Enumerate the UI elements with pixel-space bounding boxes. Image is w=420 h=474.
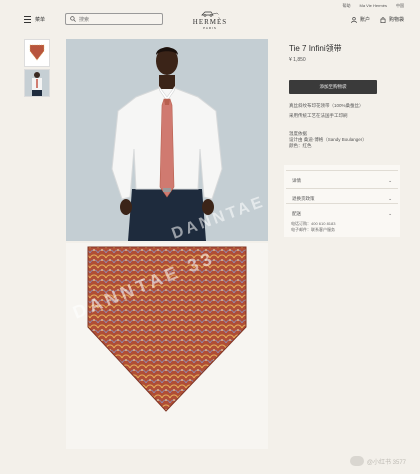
utility-link-account-club[interactable]: Ma Vie Hermès bbox=[360, 3, 388, 9]
chevron-down-icon: ⌄ bbox=[388, 177, 392, 183]
chevron-down-icon: ⌄ bbox=[388, 195, 392, 201]
product-photo-model[interactable]: DANNTAE 33 bbox=[66, 39, 268, 241]
chevron-down-icon: ⌄ bbox=[388, 210, 392, 216]
accordion-delivery-label: 配送 bbox=[292, 210, 301, 216]
add-to-bag-button[interactable]: 添加至购物袋 bbox=[289, 80, 377, 94]
thumbnail-model[interactable] bbox=[24, 69, 50, 97]
logo-brand: HERMÈS bbox=[192, 18, 228, 26]
account-button[interactable]: 账户 bbox=[351, 16, 370, 23]
accordion-details[interactable]: 详情 ⌄ bbox=[286, 170, 398, 190]
search-icon bbox=[70, 16, 76, 22]
product-photo-flat[interactable]: DANNTAE 33 bbox=[66, 243, 268, 449]
tie-thumbnail-image bbox=[29, 44, 45, 61]
footer-watermark-text: @小红书 3577 bbox=[366, 459, 406, 466]
product-title: Tie 7 Infini领带 bbox=[289, 44, 342, 53]
flat-tie-image: DANNTAE 33 bbox=[66, 243, 268, 449]
accordion-returns-label: 退换货政策 bbox=[292, 195, 315, 201]
product-price: ¥ 1,850 bbox=[289, 57, 306, 63]
model-thumbnail-image bbox=[25, 70, 49, 96]
chat-bubble-icon bbox=[349, 456, 364, 466]
product-variation: 温度依据 设计由 桑迪·博格（Sandy Boulanger） 颜色：红色 bbox=[289, 131, 397, 149]
contact-notes: 电话订购：400 610 8183 电子邮件：联系客户服务 bbox=[291, 221, 335, 233]
utility-link-region[interactable]: 中国 bbox=[396, 3, 404, 9]
utility-link-help[interactable]: 帮助 bbox=[343, 3, 351, 9]
accordion-delivery[interactable]: 配送 ⌄ bbox=[286, 203, 398, 223]
utility-nav: 帮助 Ma Vie Hermès 中国 bbox=[343, 3, 405, 9]
contact-email[interactable]: 电子邮件：联系客户服务 bbox=[291, 227, 335, 233]
logo-city: PARIS bbox=[203, 26, 217, 30]
bag-button[interactable]: 购物袋 bbox=[380, 16, 404, 23]
hamburger-icon bbox=[24, 16, 31, 23]
account-nav: 账户 购物袋 bbox=[351, 16, 404, 23]
menu-button[interactable]: 菜单 bbox=[24, 16, 45, 23]
thumbnail-tie-flat[interactable] bbox=[24, 39, 50, 67]
menu-label: 菜单 bbox=[35, 17, 46, 23]
model-photo-image: DANNTAE 33 bbox=[66, 39, 268, 241]
footer-watermark: @小红书 3577 bbox=[349, 456, 406, 466]
accordion-details-label: 详情 bbox=[292, 177, 301, 183]
account-label: 账户 bbox=[359, 17, 370, 23]
search-placeholder: 搜索 bbox=[79, 16, 90, 23]
hermes-logo[interactable]: HERMÈS PARIS bbox=[190, 10, 230, 30]
desc-line-1: 真丝斜纹布印花领带（100%桑蚕丝） bbox=[289, 103, 364, 108]
desc-line-2: 采用传统工艺在法国手工印刷 bbox=[289, 113, 348, 118]
bag-icon bbox=[380, 16, 386, 23]
bag-label: 购物袋 bbox=[388, 17, 404, 23]
user-icon bbox=[351, 16, 357, 23]
search-input[interactable]: 搜索 bbox=[65, 13, 163, 25]
color-label: 颜色：红色 bbox=[289, 143, 312, 148]
product-description: 真丝斜纹布印花领带（100%桑蚕丝） 采用传统工艺在法国手工印刷 bbox=[289, 103, 397, 119]
